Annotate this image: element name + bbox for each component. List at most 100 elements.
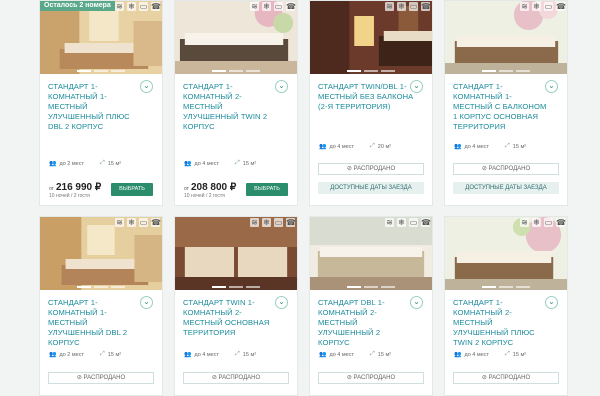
room-photo[interactable]: ≋ ❄ ▭ ☎ [310,1,432,74]
chevron-down-icon[interactable]: ⌄ [545,80,558,93]
chevron-down-icon[interactable]: ⌄ [410,80,423,93]
room-meta: 👥 до 4 мест ⤢ 15 м² [319,351,391,358]
room-meta: 👥 до 4 мест ⤢ 15 м² [184,160,256,167]
area-icon: ⤢ [99,351,105,357]
available-dates-button[interactable]: ДОСТУПНЫЕ ДАТЫ ЗАЕЗДА [453,182,559,194]
chevron-down-icon[interactable]: ⌄ [140,80,153,93]
room-photo-image [445,1,567,74]
room-photo[interactable]: ≋ ❄ ▭ ☎ [175,217,297,290]
guests-icon: 👥 [319,144,327,150]
room-title[interactable]: Стандарт 1-комнатный 2-местный Улучшенны… [183,82,279,132]
phone-icon: ☎ [421,218,431,227]
room-title[interactable]: Стандарт 1-комнатный 1-местный Улучшенны… [48,298,144,348]
room-card: ≋ ❄ ▭ ☎ Стандарт 1-комнатный 1-местный с… [444,0,568,206]
sold-out-icon: ⊘ [481,375,487,381]
room-area: 15 м² [242,351,257,358]
area-icon: ⤢ [99,160,105,166]
available-dates-button[interactable]: ДОСТУПНЫЕ ДАТЫ ЗАЕЗДА [318,182,424,194]
room-photo[interactable]: ≋ ❄ ▭ ☎ [445,1,567,74]
chevron-down-icon[interactable]: ⌄ [410,296,423,309]
room-photo-image [310,1,432,74]
area-icon: ⤢ [369,351,375,357]
price-block: от 216 990 ₽ 10 ночей / 2 гостя [49,182,101,199]
guests-count: до 4 мест [329,351,354,358]
choose-button[interactable]: ВЫБРАТЬ [111,183,153,196]
wifi-icon: ≋ [250,2,259,11]
photo-pager[interactable] [445,70,567,72]
room-photo-image [40,1,162,74]
sold-out-status: ⊘ РАСПРОДАНО [453,372,559,384]
room-card: Осталось 2 номера ≋ ❄ ▭ ☎ Стандарт 1-ком… [39,0,163,206]
chevron-down-icon[interactable]: ⌄ [545,296,558,309]
tv-icon: ▭ [544,2,553,11]
amenities: ≋ ❄ ▭ ☎ [250,218,296,227]
room-photo[interactable]: ≋ ❄ ▭ ☎ [175,1,297,74]
nights-info: 10 ночей / 2 гостя [49,193,90,199]
room-photo[interactable]: ≋ ❄ ▭ ☎ [40,217,162,290]
guests-icon: 👥 [454,352,462,358]
room-card: ≋ ❄ ▭ ☎ Стандарт 1-комнатный 2-местный У… [444,216,568,396]
photo-pager[interactable] [40,286,162,288]
room-meta: 👥 до 4 мест ⤢ 15 м² [454,143,526,150]
photo-pager[interactable] [175,286,297,288]
guests-count: до 4 мест [464,351,489,358]
photo-pager[interactable] [445,286,567,288]
room-area: 20 м² [377,143,392,150]
area-icon: ⤢ [504,143,510,149]
tv-icon: ▭ [409,2,418,11]
photo-pager[interactable] [310,286,432,288]
room-card: ≋ ❄ ▭ ☎ Стандарт DBL 1-комнатный 2-местн… [309,216,433,396]
room-title[interactable]: Стандарт 1-комнатный 2-местный Улучшенны… [453,298,549,348]
area-icon: ⤢ [369,143,375,149]
tv-icon: ▭ [409,218,418,227]
phone-icon: ☎ [286,218,296,227]
room-photo[interactable]: ≋ ❄ ▭ ☎ [445,217,567,290]
tv-icon: ▭ [274,218,283,227]
snowflake-icon: ❄ [532,218,541,227]
guests-icon: 👥 [454,144,462,150]
room-photo-image [40,217,162,290]
snowflake-icon: ❄ [262,2,271,11]
tv-icon: ▭ [274,2,283,11]
room-meta: 👥 до 2 мест ⤢ 15 м² [49,160,121,167]
chevron-down-icon[interactable]: ⌄ [140,296,153,309]
guests-icon: 👥 [49,161,57,167]
room-photo[interactable]: Осталось 2 номера ≋ ❄ ▭ ☎ [40,1,162,74]
room-card: ≋ ❄ ▭ ☎ Стандарт 1-комнатный 2-местный У… [174,0,298,206]
wifi-icon: ≋ [115,218,124,227]
sold-out-status: ⊘ РАСПРОДАНО [318,372,424,384]
room-grid: Осталось 2 номера ≋ ❄ ▭ ☎ Стандарт 1-ком… [0,0,600,396]
sold-out-status: ⊘ РАСПРОДАНО [318,163,424,175]
room-meta: 👥 до 4 мест ⤢ 20 м² [319,143,391,150]
sold-out-icon: ⊘ [211,375,217,381]
room-area: 15 м² [242,160,257,167]
room-card: ≋ ❄ ▭ ☎ Стандарт TWIN 1-комнатный 2-мест… [174,216,298,396]
amenities: ≋ ❄ ▭ ☎ [250,2,296,11]
room-card: ≋ ❄ ▭ ☎ Стандарт 1-комнатный 1-местный У… [39,216,163,396]
photo-pager[interactable] [40,70,162,72]
room-title[interactable]: Стандарт 1-комнатный 1-местный Улучшенны… [48,82,144,132]
nights-info: 10 ночей / 2 гостя [184,193,225,199]
sold-out-icon: ⊘ [76,375,82,381]
price: от 208 800 ₽ [184,182,237,193]
room-photo[interactable]: ≋ ❄ ▭ ☎ [310,217,432,290]
photo-pager[interactable] [175,70,297,72]
chevron-down-icon[interactable]: ⌄ [275,296,288,309]
wifi-icon: ≋ [520,2,529,11]
room-meta: 👥 до 4 мест ⤢ 15 м² [184,351,256,358]
amenities: ≋ ❄ ▭ ☎ [115,2,161,11]
room-title[interactable]: Стандарт 1-комнатный 1-местный с балконо… [453,82,549,132]
room-title[interactable]: Стандарт TWIN 1-комнатный 2-местный осно… [183,298,279,338]
guests-count: до 4 мест [194,351,219,358]
choose-button[interactable]: ВЫБРАТЬ [246,183,288,196]
room-area: 15 м² [107,351,122,358]
room-title[interactable]: Стандарт DBL 1-комнатный 2-местный Улучш… [318,298,414,348]
price-block: от 208 800 ₽ 10 ночей / 2 гостя [184,182,236,199]
area-icon: ⤢ [234,351,240,357]
chevron-down-icon[interactable]: ⌄ [275,80,288,93]
guests-count: до 2 мест [59,351,84,358]
guests-count: до 4 мест [329,143,354,150]
photo-pager[interactable] [310,70,432,72]
room-photo-image [175,1,297,74]
room-title[interactable]: Стандарт TWIN/DBL 1-местный без балкона … [318,82,414,112]
